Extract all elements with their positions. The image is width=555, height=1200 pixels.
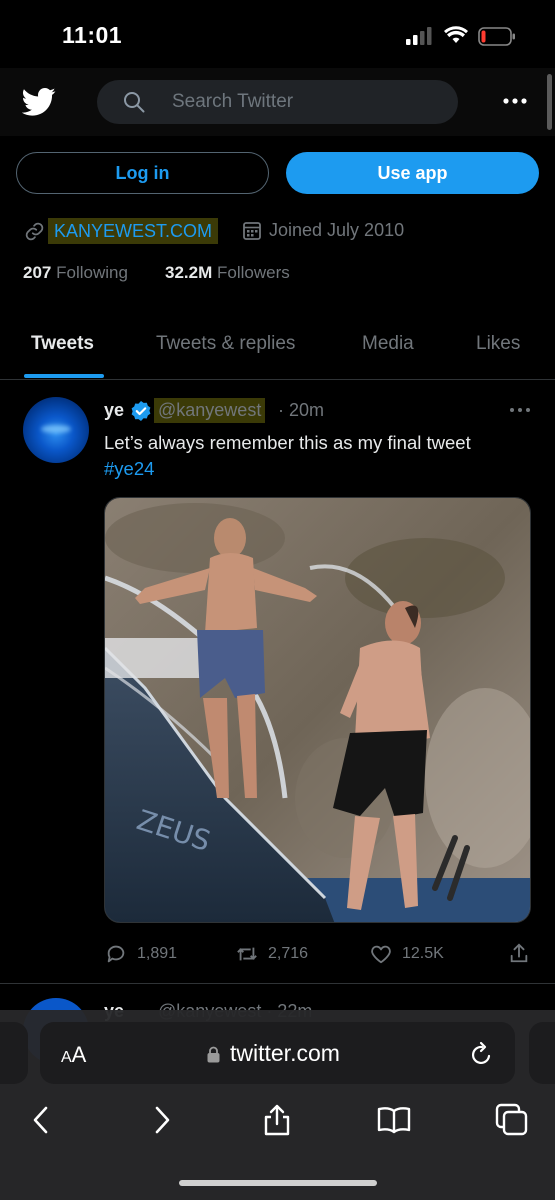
calendar-icon <box>243 222 261 240</box>
hashtag-link[interactable]: #ye24 <box>104 456 524 482</box>
joined-date: Joined July 2010 <box>269 220 405 240</box>
status-time: 11:01 <box>62 22 123 48</box>
text-size-button[interactable]: AA <box>61 1042 86 1068</box>
heart-icon <box>371 945 391 964</box>
back-icon[interactable] <box>24 1103 58 1137</box>
retweet-button[interactable]: 2,716 <box>236 943 308 965</box>
search-placeholder: Search Twitter <box>172 91 294 112</box>
tweet-body: Let’s always remember this as my final t… <box>104 432 471 453</box>
active-tab-indicator <box>24 374 104 378</box>
forward-icon[interactable] <box>145 1103 179 1137</box>
tweet-photo[interactable]: ZEUS <box>104 497 531 923</box>
tweet-author-name[interactable]: ye <box>104 400 124 421</box>
lock-icon <box>207 1046 220 1063</box>
followers-label: Followers <box>216 263 290 282</box>
retweet-count: 2,716 <box>268 945 309 962</box>
text-size-small-label: A <box>61 1049 72 1066</box>
tweet-more-icon[interactable] <box>509 406 531 414</box>
home-indicator[interactable] <box>179 1180 377 1186</box>
reply-icon <box>107 945 125 963</box>
cellular-signal-icon <box>406 27 432 45</box>
reload-icon[interactable] <box>470 1041 494 1067</box>
link-icon <box>25 222 44 241</box>
reply-button[interactable]: 1,891 <box>105 943 177 965</box>
share-icon[interactable] <box>508 942 530 964</box>
next-tab-preview[interactable] <box>529 1022 555 1084</box>
login-button[interactable]: Log in <box>16 152 269 194</box>
use-app-button[interactable]: Use app <box>286 152 539 194</box>
battery-low-icon <box>478 27 515 46</box>
verified-badge-icon <box>131 401 151 421</box>
tabs-icon[interactable] <box>495 1103 529 1137</box>
like-count: 12.5K <box>402 945 444 962</box>
tab-likes[interactable]: Likes <box>476 333 520 355</box>
profile-website-link[interactable]: KANYEWEST.COM <box>48 218 219 244</box>
tweet-text: Let’s always remember this as my final t… <box>104 430 524 482</box>
address-url[interactable]: twitter.com <box>230 1040 340 1067</box>
tab-tweets[interactable]: Tweets <box>31 333 94 355</box>
reply-count: 1,891 <box>137 945 178 962</box>
search-icon <box>124 92 145 113</box>
tab-tweets-and-replies[interactable]: Tweets & replies <box>156 333 295 355</box>
following-stat[interactable]: 207 Following <box>23 263 128 283</box>
twitter-logo-icon[interactable] <box>22 87 56 117</box>
avatar[interactable] <box>23 397 89 463</box>
followers-stat[interactable]: 32.2M Followers <box>165 263 290 283</box>
bookmarks-icon[interactable] <box>377 1103 411 1137</box>
wifi-icon <box>444 26 468 43</box>
more-options-icon[interactable] <box>503 96 527 106</box>
like-button[interactable]: 12.5K <box>370 943 444 965</box>
tweet-author-handle[interactable]: @kanyewest <box>154 398 266 423</box>
scrollbar[interactable] <box>547 74 552 130</box>
tweet-photo-image: ZEUS <box>105 498 530 922</box>
tab-media[interactable]: Media <box>362 333 414 355</box>
following-count: 207 <box>23 263 52 282</box>
following-label: Following <box>56 263 128 282</box>
followers-count: 32.2M <box>165 263 213 282</box>
share-sheet-icon[interactable] <box>260 1103 294 1137</box>
tweet-timestamp[interactable]: · 20m <box>278 400 324 421</box>
previous-tab-preview[interactable] <box>0 1022 28 1084</box>
divider <box>0 379 555 380</box>
retweet-icon <box>237 947 257 961</box>
divider <box>0 983 555 984</box>
text-size-large-label: A <box>71 1042 87 1067</box>
